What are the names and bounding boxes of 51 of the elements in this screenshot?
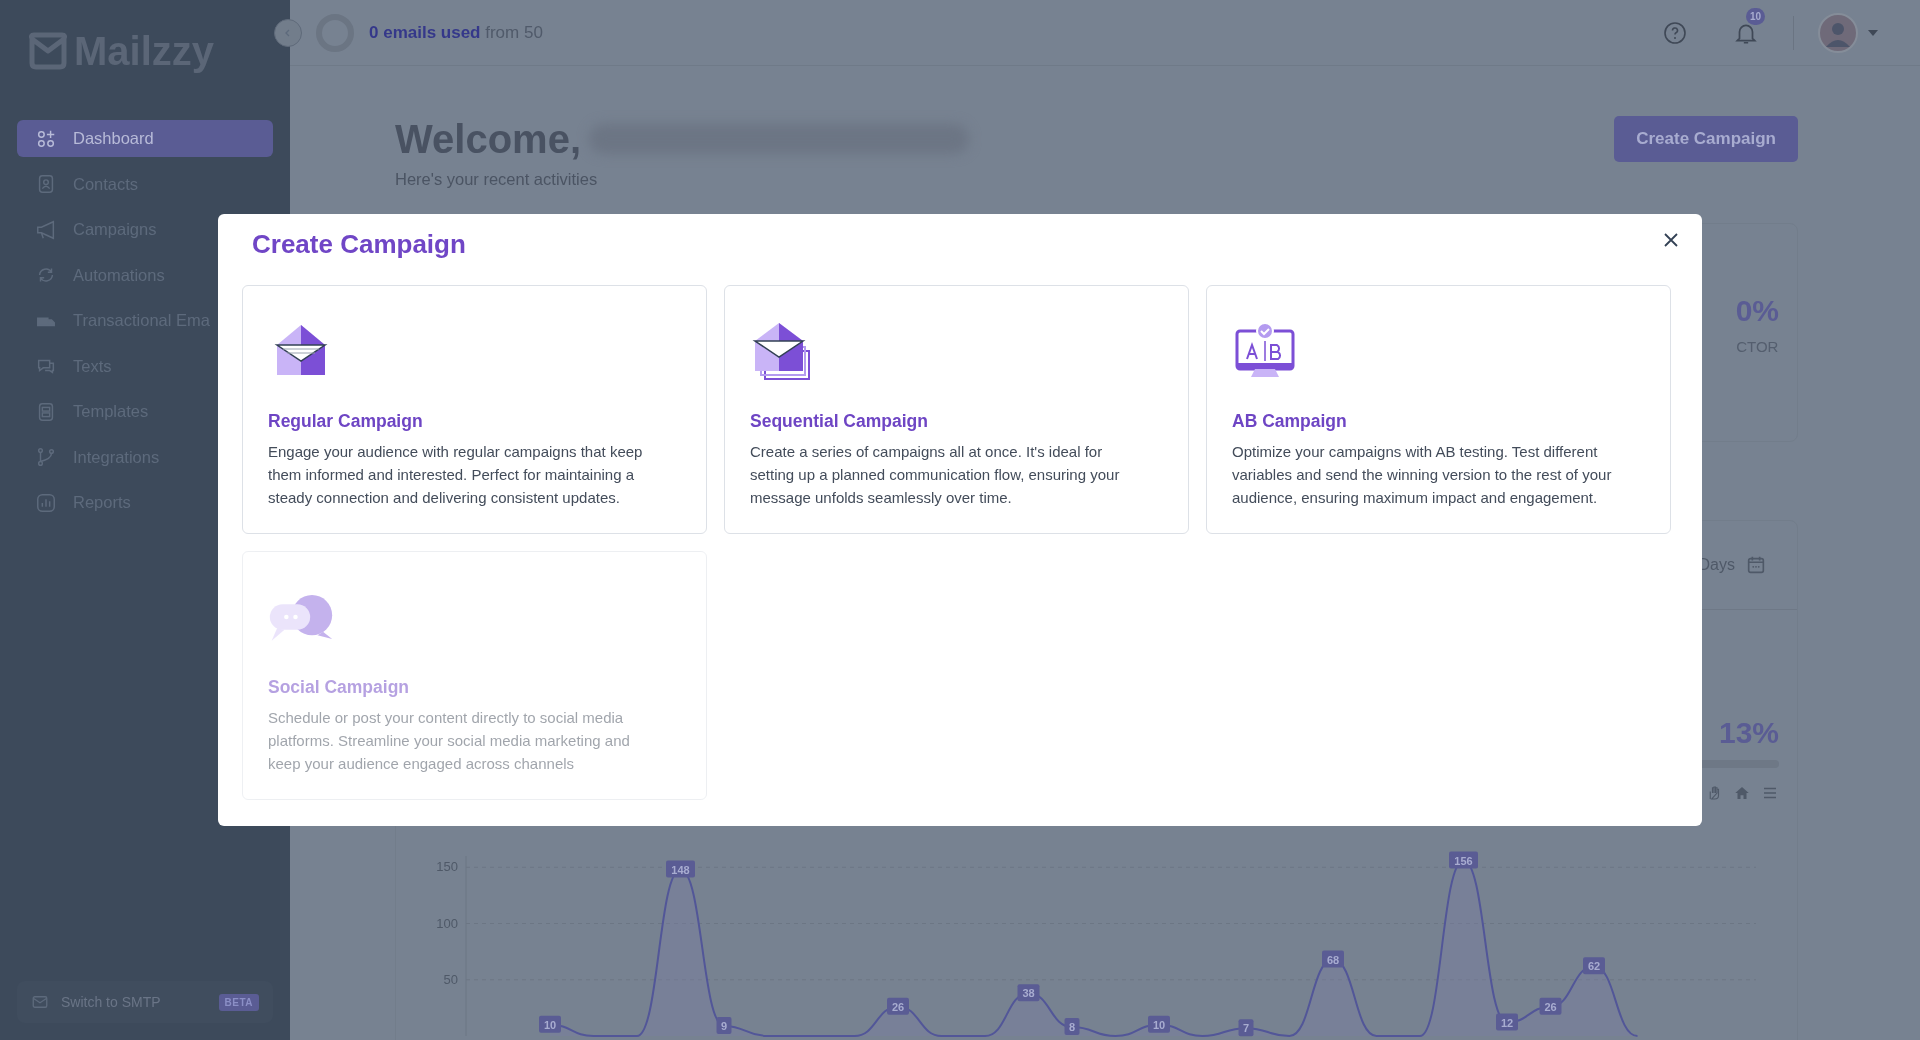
campaign-option-card[interactable]: AB Campaign Optimize your campaigns with AB testing. Test different variables and send the winning version to the rest of your audience, ensuring maximum impact and engagement. — [1206, 285, 1671, 534]
data-label: 12 — [1496, 1013, 1518, 1031]
card-title: Sequential Campaign — [750, 411, 929, 432]
megaphone-icon — [35, 218, 57, 241]
data-label: 8 — [1064, 1018, 1080, 1035]
data-label: 68 — [1322, 950, 1344, 968]
data-label: 26 — [1544, 1000, 1557, 1013]
data-label: 62 — [1583, 957, 1605, 975]
data-label: 10 — [543, 1018, 557, 1031]
data-label: 156 — [1454, 854, 1473, 867]
logo-icon — [26, 31, 70, 71]
dialog-title: Create Campaign — [252, 228, 466, 260]
data-label: 38 — [1022, 987, 1035, 1000]
caret-icon[interactable] — [1868, 29, 1878, 36]
data-label: 10 — [1148, 1015, 1170, 1033]
data-label: 9 — [720, 1019, 728, 1032]
chart-icon — [35, 491, 57, 514]
create-campaign-button[interactable]: Create Campaign — [1614, 116, 1798, 162]
branch-icon — [35, 446, 57, 468]
data-label: 38 — [1017, 984, 1040, 1002]
card-description: Schedule or post your content directly to social media platforms. Streamline your social media marketing and keep your audience engaged across channels — [268, 708, 631, 774]
data-label: 26 — [887, 997, 909, 1015]
data-label: 26 — [891, 1000, 905, 1013]
home-icon[interactable] — [1733, 784, 1751, 802]
campaign-option-card[interactable]: Regular Campaign Engage your audience with regular campaigns that keep them informed and interested. Perfect for maintaining a steady connection and delivering consistent updates. — [242, 285, 707, 534]
campaign-option-card[interactable]: Sequential Campaign Create a series of campaigns all at once. It's ideal for setting up a planned communication flow, ensuring your message unfolds seamlessly over time. — [724, 285, 1189, 534]
data-label: 62 — [1587, 960, 1601, 973]
notification-badge: 10 — [1746, 7, 1766, 25]
card-description: Create a series of campaigns all at once. It's ideal for setting up a planned communication flow, ensuring your message unfolds seamlessly over time. — [750, 442, 1121, 508]
data-label: 12 — [1500, 1016, 1514, 1029]
calendar-icon[interactable] — [1745, 554, 1767, 576]
data-label: 156 — [1449, 851, 1478, 869]
data-label: 9 — [716, 1016, 732, 1034]
data-label: 148 — [671, 863, 690, 876]
mail-icon — [31, 993, 49, 1011]
help-icon[interactable] — [1663, 20, 1687, 45]
data-label: 7 — [1242, 1022, 1250, 1035]
card-description: Engage your audience with regular campaigns that keep them informed and interested. Perfect for maintaining a steady connection and delivering consistent updates. — [268, 442, 644, 508]
data-label: 7 — [1238, 1019, 1254, 1037]
card-title: AB Campaign — [1232, 411, 1348, 432]
card-description: Optimize your campaigns with AB testing. Test different variables and send the winning version to the rest of your audience, ensuring maximum impact and engagement. — [1232, 442, 1613, 508]
data-label: 68 — [1326, 953, 1340, 966]
avatar-icon[interactable] — [1818, 12, 1858, 53]
data-label: 8 — [1068, 1021, 1076, 1033]
data-label: 10 — [539, 1015, 561, 1033]
data-label: 10 — [1152, 1018, 1166, 1031]
data-label: 26 — [1539, 997, 1562, 1015]
sidebar-item[interactable]: Dashboard — [17, 120, 273, 157]
data-label: 148 — [666, 860, 695, 878]
card-title: Social Campaign — [268, 677, 410, 698]
card-title: Regular Campaign — [268, 411, 424, 432]
